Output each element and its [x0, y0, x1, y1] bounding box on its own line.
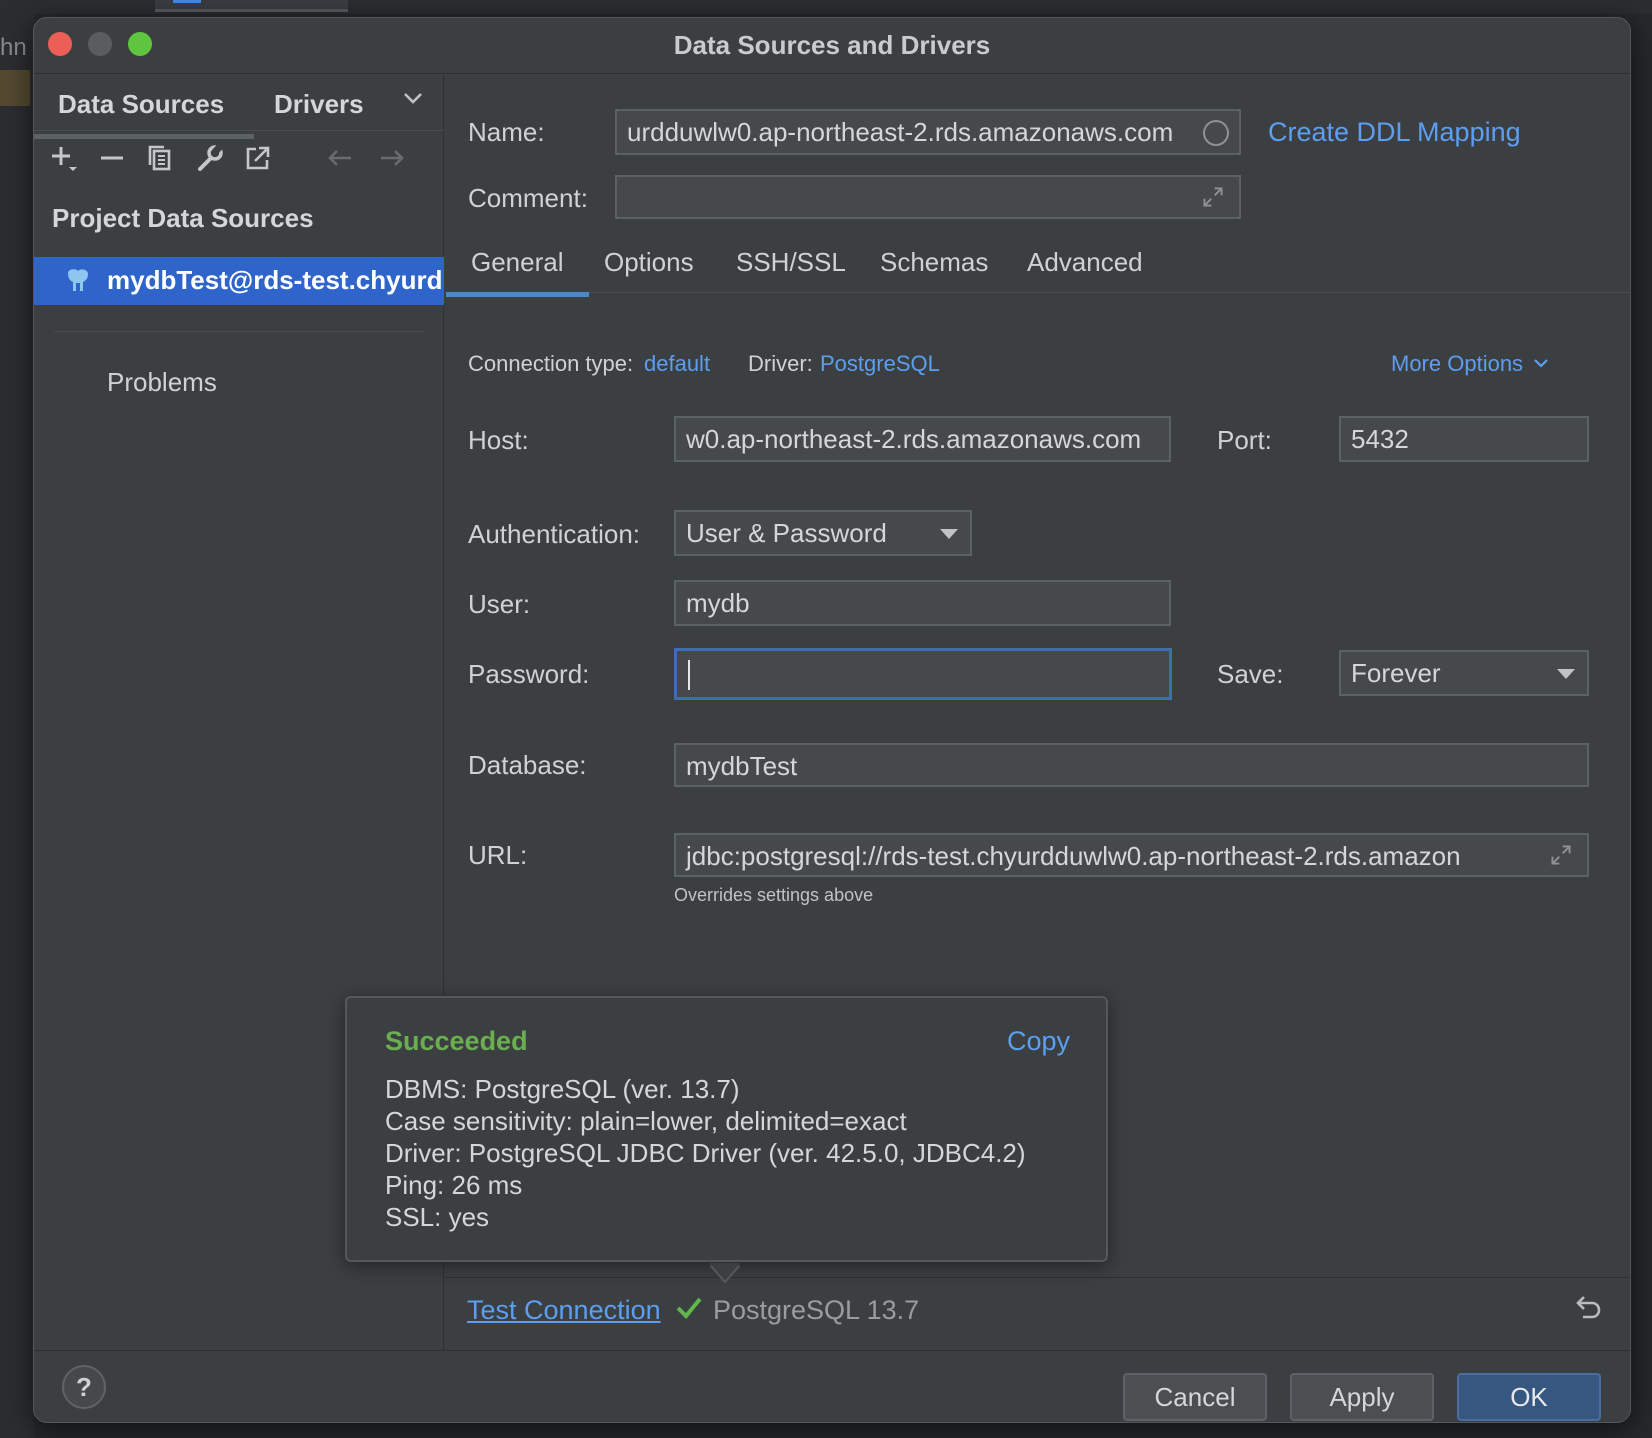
- authentication-value: User & Password: [686, 518, 887, 548]
- back-arrow-icon[interactable]: [324, 143, 356, 175]
- text-cursor: [688, 660, 690, 690]
- database-input[interactable]: mydbTest: [674, 743, 1589, 787]
- sidebar-toolbar: [34, 135, 444, 185]
- connection-type-label: Connection type:: [468, 351, 634, 376]
- duplicate-icon[interactable]: [144, 143, 176, 175]
- driver-link[interactable]: PostgreSQL: [820, 351, 940, 377]
- background-editor-gutter: hn: [0, 14, 34, 1438]
- tab-options[interactable]: Options: [604, 247, 694, 278]
- more-options-link[interactable]: More Options: [1391, 351, 1549, 377]
- name-value: urdduwlw0.ap-northeast-2.rds.amazonaws.c…: [627, 117, 1174, 147]
- create-ddl-mapping-link[interactable]: Create DDL Mapping: [1268, 117, 1521, 148]
- cancel-button[interactable]: Cancel: [1123, 1373, 1267, 1421]
- name-label: Name:: [468, 117, 545, 147]
- save-select[interactable]: Forever: [1339, 650, 1589, 696]
- comment-input[interactable]: [615, 175, 1241, 219]
- popup-pointer: [710, 1263, 740, 1284]
- user-input[interactable]: mydb: [674, 580, 1171, 626]
- port-input[interactable]: 5432: [1339, 416, 1589, 462]
- color-circle-icon[interactable]: [1203, 120, 1229, 146]
- copy-link[interactable]: Copy: [1007, 1026, 1070, 1057]
- tab-data-sources[interactable]: Data Sources: [34, 89, 255, 139]
- open-external-icon[interactable]: [242, 143, 274, 175]
- name-input[interactable]: urdduwlw0.ap-northeast-2.rds.amazonaws.c…: [615, 109, 1241, 155]
- dropdown-arrow-icon: [1557, 669, 1575, 679]
- expand-icon[interactable]: [1549, 843, 1577, 871]
- dialog-footer: ? Cancel Apply OK: [34, 1350, 1630, 1422]
- sidebar-item-label: mydbTest@rds-test.chyurd: [107, 265, 443, 295]
- url-input[interactable]: jdbc:postgresql://rds-test.chyurdduwlw0.…: [674, 833, 1589, 877]
- popup-line-driver: Driver: PostgreSQL JDBC Driver (ver. 42.…: [385, 1138, 1026, 1168]
- more-options-label: More Options: [1391, 351, 1524, 376]
- background-editor-tab: [155, 0, 348, 12]
- popup-line-ping: Ping: 26 ms: [385, 1170, 523, 1200]
- host-input[interactable]: w0.ap-northeast-2.rds.amazonaws.com: [674, 416, 1171, 462]
- project-data-sources-title: Project Data Sources: [52, 203, 314, 233]
- background-editor-text: hn: [0, 34, 27, 61]
- revert-icon[interactable]: [1573, 1293, 1603, 1323]
- authentication-select[interactable]: User & Password: [674, 510, 972, 556]
- tab-drivers[interactable]: Drivers: [274, 89, 364, 120]
- divider: [54, 331, 424, 332]
- password-label: Password:: [468, 659, 590, 689]
- authentication-label: Authentication:: [468, 519, 641, 549]
- save-value: Forever: [1351, 658, 1441, 688]
- tab-schemas[interactable]: Schemas: [880, 247, 988, 278]
- url-label: URL:: [468, 840, 528, 870]
- chevron-down-icon: [1534, 359, 1548, 368]
- settings-tabs: General Options SSH/SSL Schemas Advanced: [445, 235, 1630, 297]
- tab-ssh-ssl[interactable]: SSH/SSL: [736, 247, 846, 278]
- host-label: Host:: [468, 425, 529, 455]
- url-hint: Overrides settings above: [674, 885, 874, 905]
- ok-button[interactable]: OK: [1457, 1373, 1601, 1421]
- help-button[interactable]: ?: [62, 1365, 106, 1409]
- sidebar-item-datasource[interactable]: mydbTest@rds-test.chyurd: [34, 257, 444, 305]
- checkmark-icon: [675, 1293, 703, 1328]
- save-label: Save:: [1217, 659, 1284, 689]
- comment-label: Comment:: [468, 183, 588, 213]
- expand-icon[interactable]: [1201, 185, 1229, 213]
- chevron-down-icon[interactable]: [402, 87, 424, 116]
- postgresql-elephant-icon: [64, 267, 92, 295]
- sidebar-item-problems[interactable]: Problems: [107, 367, 217, 398]
- apply-button[interactable]: Apply: [1290, 1373, 1434, 1421]
- popup-line-case-sensitivity: Case sensitivity: plain=lower, delimited…: [385, 1106, 907, 1136]
- user-label: User:: [468, 589, 531, 619]
- tab-advanced[interactable]: Advanced: [1027, 247, 1143, 278]
- dialog-title: Data Sources and Drivers: [673, 30, 991, 60]
- background-editor-highlight: [0, 70, 30, 106]
- titlebar: Data Sources and Drivers: [34, 18, 1630, 74]
- popup-line-dbms: DBMS: PostgreSQL (ver. 13.7): [385, 1074, 740, 1104]
- add-icon[interactable]: [48, 143, 80, 175]
- status-succeeded: Succeeded: [385, 1026, 528, 1056]
- divider: [445, 1277, 1630, 1278]
- database-label: Database:: [468, 750, 587, 780]
- connection-result-version: PostgreSQL 13.7: [713, 1295, 920, 1325]
- port-label: Port:: [1217, 425, 1272, 455]
- wrench-icon[interactable]: [194, 143, 226, 175]
- dropdown-arrow-icon: [940, 529, 958, 539]
- url-value: jdbc:postgresql://rds-test.chyurdduwlw0.…: [686, 841, 1461, 871]
- connection-type-link[interactable]: default: [644, 351, 710, 377]
- test-connection-link[interactable]: Test Connection: [467, 1295, 661, 1326]
- password-input[interactable]: [674, 648, 1172, 700]
- driver-label: Driver:: [748, 351, 813, 376]
- tab-general[interactable]: General: [446, 247, 588, 297]
- forward-arrow-icon[interactable]: [376, 143, 408, 175]
- sidebar-tabs: Data Sources Drivers: [34, 75, 444, 139]
- popup-line-ssl: SSL: yes: [385, 1202, 490, 1232]
- test-connection-popup: Succeeded Copy DBMS: PostgreSQL (ver. 13…: [345, 996, 1108, 1262]
- remove-icon[interactable]: [96, 143, 128, 175]
